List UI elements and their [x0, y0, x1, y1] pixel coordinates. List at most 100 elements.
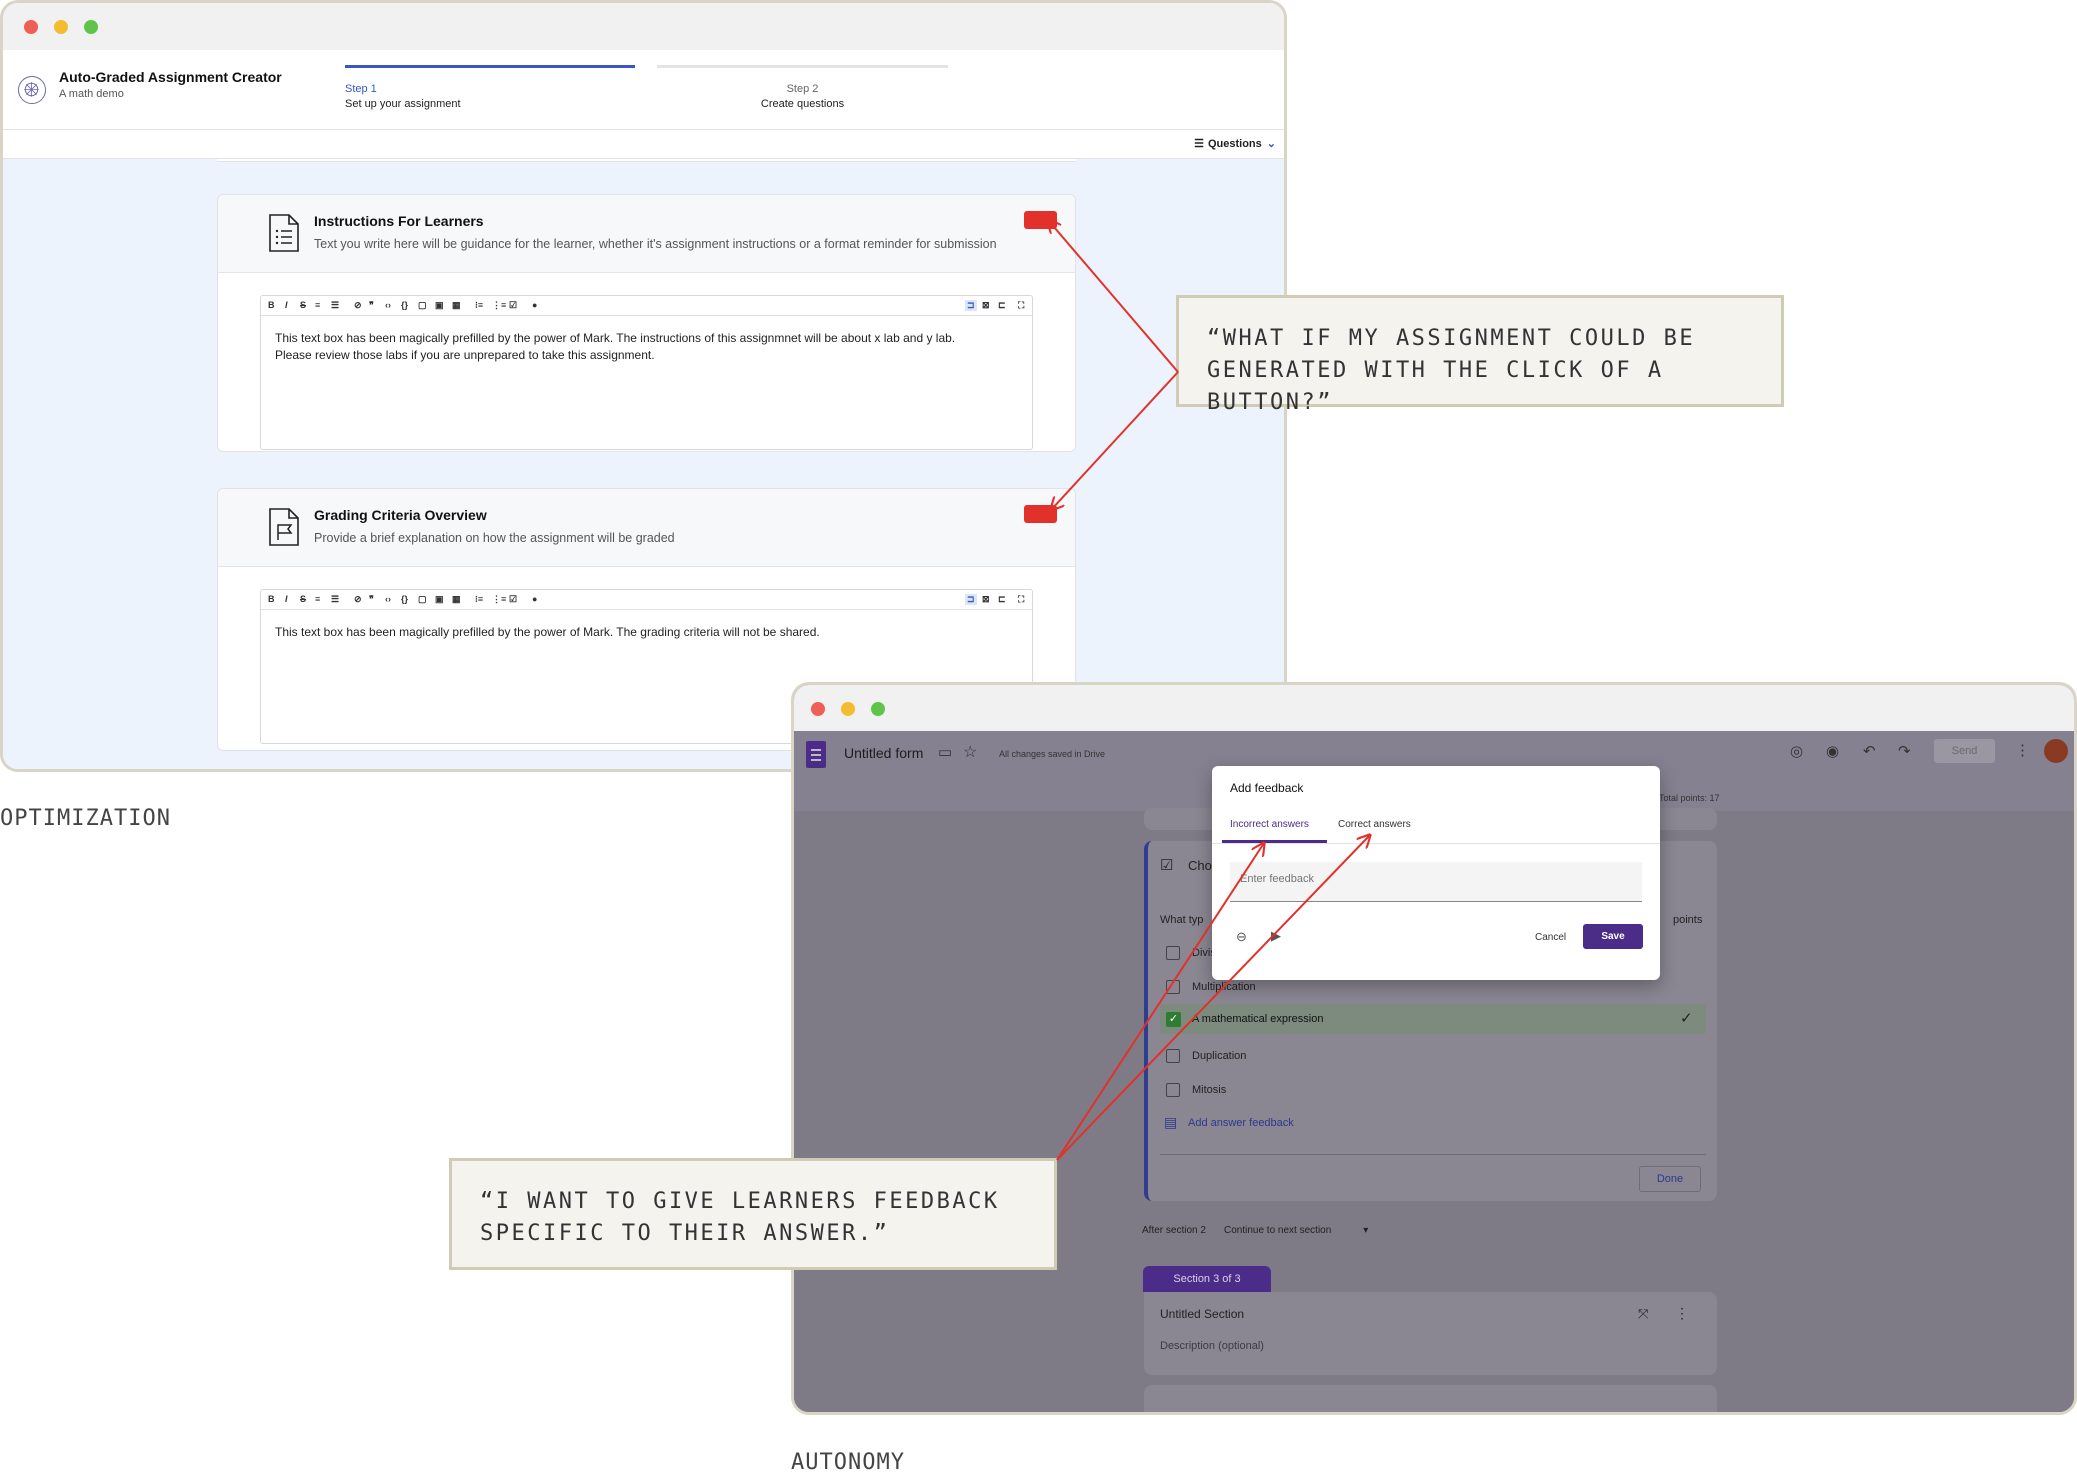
- fullscreen-icon[interactable]: ⛶: [1018, 300, 1024, 311]
- bold-icon[interactable]: B: [268, 300, 275, 310]
- questions-dropdown-label: Questions: [1207, 138, 1262, 150]
- link-icon[interactable]: ⊘: [354, 300, 362, 311]
- tab-incorrect-answers[interactable]: Incorrect answers: [1230, 819, 1309, 830]
- comment-icon[interactable]: ▢: [418, 300, 427, 311]
- correct-checkmark-icon: ✓: [1680, 1010, 1693, 1027]
- option-label: Duplication: [1192, 1050, 1247, 1062]
- align-icon[interactable]: ☰: [331, 300, 339, 311]
- link-icon[interactable]: ⊘: [354, 594, 362, 605]
- align-icon[interactable]: ☰: [331, 594, 339, 605]
- card-subtitle: Text you write here will be guidance for…: [314, 237, 997, 251]
- step-2-label[interactable]: Step 2: [657, 83, 948, 95]
- more-options-icon[interactable]: ⋮: [2015, 741, 2030, 759]
- italic-icon[interactable]: I: [285, 300, 288, 310]
- tab-correct-answers[interactable]: Correct answers: [1338, 819, 1411, 830]
- generate-button[interactable]: [1024, 211, 1057, 229]
- check-icon[interactable]: ✓: [1166, 1012, 1181, 1027]
- maximize-window-button[interactable]: [871, 702, 885, 716]
- close-window-button[interactable]: [811, 702, 825, 716]
- italic-icon[interactable]: I: [285, 594, 288, 604]
- document-flag-icon: [268, 507, 300, 552]
- option-checkbox[interactable]: [1166, 1049, 1180, 1063]
- video-icon[interactable]: ▶: [1271, 928, 1281, 944]
- editor-content[interactable]: This text box has been magically prefill…: [275, 330, 1018, 364]
- checklist-icon[interactable]: ☑: [509, 594, 517, 605]
- done-button[interactable]: Done: [1639, 1166, 1701, 1192]
- comment-icon[interactable]: ▢: [418, 594, 427, 605]
- quote-icon[interactable]: ❞: [369, 300, 374, 311]
- list-icon: ☰: [1194, 138, 1204, 150]
- app-header: Auto-Graded Assignment Creator A math de…: [3, 50, 1284, 130]
- preview-icon[interactable]: ⊐: [965, 300, 977, 311]
- side-by-side-icon[interactable]: ⊠: [982, 594, 990, 605]
- strikethrough-icon[interactable]: S: [300, 300, 306, 310]
- numbered-list-icon[interactable]: ⋮≡: [492, 300, 506, 311]
- option-checkbox[interactable]: [1166, 1083, 1180, 1097]
- heading-icon[interactable]: ≡: [315, 594, 320, 604]
- option-checkbox[interactable]: [1166, 980, 1180, 994]
- redo-icon[interactable]: ↷: [1898, 742, 1911, 760]
- after-section-select[interactable]: Continue to next section ▾: [1224, 1225, 1368, 1236]
- maximize-window-button[interactable]: [84, 20, 98, 34]
- code-icon[interactable]: ‹›: [385, 594, 391, 604]
- link-icon[interactable]: ⊖: [1236, 929, 1247, 945]
- minimize-window-button[interactable]: [841, 702, 855, 716]
- undo-icon[interactable]: ↶: [1863, 742, 1876, 760]
- step-2-description[interactable]: Create questions: [657, 98, 948, 110]
- preview-eye-icon[interactable]: ◉: [1826, 742, 1839, 760]
- checklist-icon[interactable]: ☑: [509, 300, 517, 311]
- after-section-value: Continue to next section: [1224, 1225, 1332, 1236]
- section-description[interactable]: Description (optional): [1160, 1340, 1264, 1352]
- generate-button[interactable]: [1024, 505, 1057, 523]
- close-window-button[interactable]: [24, 20, 38, 34]
- fullscreen-icon[interactable]: ⛶: [1018, 594, 1024, 605]
- questions-dropdown[interactable]: ☰ Questions ⌄: [1194, 137, 1276, 150]
- section-title[interactable]: Untitled Section: [1160, 1307, 1244, 1321]
- split-icon[interactable]: ⊏: [998, 300, 1006, 311]
- table-icon[interactable]: ▦: [452, 300, 461, 311]
- card-title: Grading Criteria Overview: [314, 507, 487, 523]
- side-by-side-icon[interactable]: ⊠: [982, 300, 990, 311]
- correct-option-row[interactable]: ✓ A mathematical expression ✓: [1160, 1004, 1706, 1034]
- avatar[interactable]: [2044, 739, 2068, 763]
- cancel-button[interactable]: Cancel: [1535, 932, 1566, 943]
- form-body: Instructions For Learners Text you write…: [3, 159, 1284, 769]
- star-icon[interactable]: ☆: [963, 742, 977, 762]
- preview-icon[interactable]: ⊐: [965, 594, 977, 605]
- dropdown-arrow-icon: ▾: [1363, 1225, 1369, 1236]
- window-titlebar: [3, 3, 1284, 50]
- bullet-list-icon[interactable]: ⁝≡: [475, 300, 483, 311]
- help-icon[interactable]: ●: [532, 300, 537, 310]
- code-block-icon[interactable]: {}: [401, 594, 408, 604]
- editor-content[interactable]: This text box has been magically prefill…: [275, 624, 1018, 641]
- strikethrough-icon[interactable]: S: [300, 594, 306, 604]
- save-button[interactable]: Save: [1583, 924, 1643, 949]
- code-block-icon[interactable]: {}: [401, 300, 408, 310]
- table-icon[interactable]: ▦: [452, 594, 461, 605]
- feedback-input[interactable]: [1238, 872, 1618, 886]
- more-options-icon[interactable]: ⋮: [1675, 1305, 1689, 1322]
- editor-text-line: Please review those labs if you are unpr…: [275, 348, 655, 362]
- form-title[interactable]: Untitled form: [844, 745, 923, 761]
- feedback-clipboard-icon[interactable]: ▤: [1164, 1114, 1177, 1131]
- folder-icon[interactable]: ▭: [938, 743, 952, 761]
- help-icon[interactable]: ●: [532, 594, 537, 604]
- palette-icon[interactable]: ◎: [1790, 742, 1803, 760]
- numbered-list-icon[interactable]: ⋮≡: [492, 594, 506, 605]
- minimize-window-button[interactable]: [54, 20, 68, 34]
- code-icon[interactable]: ‹›: [385, 300, 391, 310]
- bullet-list-icon[interactable]: ⁝≡: [475, 594, 483, 605]
- quote-icon[interactable]: ❞: [369, 594, 374, 605]
- split-icon[interactable]: ⊏: [998, 594, 1006, 605]
- rich-text-editor[interactable]: B I S ≡ ☰ ⊘ ❞ ‹› {} ▢ ▣ ▦ ⁝≡ ⋮≡ ☑ ● ⊐ ⊠ …: [260, 295, 1033, 450]
- collapse-icon[interactable]: ⤧: [1638, 1306, 1648, 1322]
- send-button[interactable]: Send: [1934, 739, 1995, 763]
- image-icon[interactable]: ▣: [435, 594, 444, 605]
- step-1-description[interactable]: Set up your assignment: [345, 98, 461, 110]
- step-1-label[interactable]: Step 1: [345, 83, 377, 95]
- heading-icon[interactable]: ≡: [315, 300, 320, 310]
- add-answer-feedback-link[interactable]: Add answer feedback: [1188, 1117, 1294, 1129]
- image-icon[interactable]: ▣: [435, 300, 444, 311]
- bold-icon[interactable]: B: [268, 594, 275, 604]
- option-checkbox[interactable]: [1166, 946, 1180, 960]
